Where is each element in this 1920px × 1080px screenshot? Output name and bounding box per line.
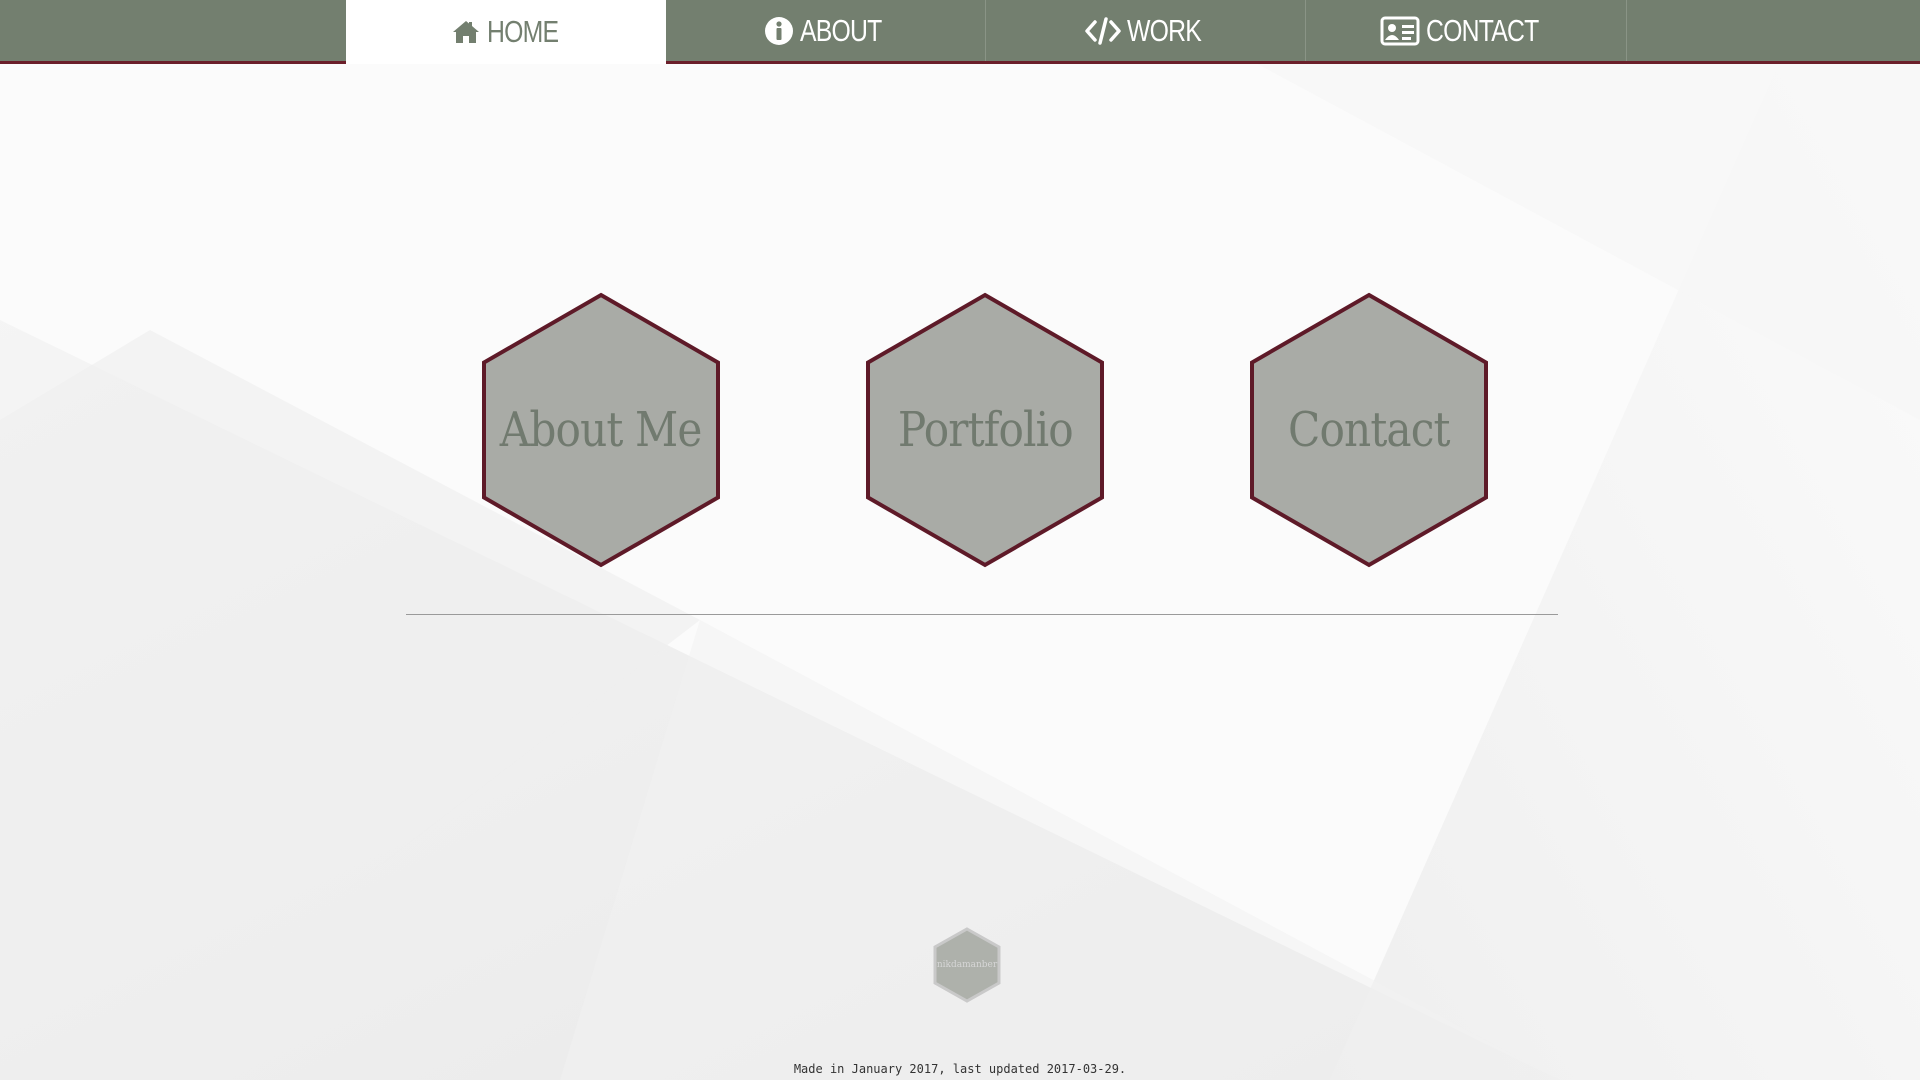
nav-tab-contact-label: CONTACT bbox=[1425, 12, 1539, 48]
top-navigation-bar: HOME ABOUT WORK CONTACT bbox=[0, 0, 1920, 64]
footer-text: Made in January 2017, last updated 2017-… bbox=[793, 1062, 1127, 1076]
footer-logo-text: nikdamanber bbox=[936, 960, 998, 970]
nav-tab-contact[interactable]: CONTACT bbox=[1306, 0, 1627, 61]
nav-tab-home[interactable]: HOME bbox=[346, 0, 666, 64]
about-me-hexagon-label: About Me bbox=[500, 402, 703, 458]
about-me-hexagon-button[interactable]: About Me bbox=[481, 292, 721, 568]
nav-left-spacer bbox=[0, 0, 346, 61]
nav-tab-work[interactable]: WORK bbox=[986, 0, 1306, 61]
contact-hexagon-label: Contact bbox=[1288, 402, 1450, 458]
info-icon bbox=[764, 16, 794, 46]
contact-card-icon bbox=[1380, 16, 1420, 46]
contact-hexagon-button[interactable]: Contact bbox=[1249, 292, 1489, 568]
portfolio-hexagon-label: Portfolio bbox=[897, 402, 1074, 458]
section-divider bbox=[406, 614, 1558, 615]
nav-tab-home-label: HOME bbox=[486, 14, 559, 49]
home-icon bbox=[451, 19, 481, 45]
footer-logo-hexagon[interactable]: nikdamanber bbox=[932, 927, 1002, 1003]
portfolio-hexagon-button[interactable]: Portfolio bbox=[865, 292, 1105, 568]
code-icon bbox=[1085, 16, 1122, 45]
nav-tab-work-label: WORK bbox=[1127, 12, 1202, 48]
nav-tab-about-label: ABOUT bbox=[799, 12, 882, 48]
nav-tab-about[interactable]: ABOUT bbox=[666, 0, 986, 61]
